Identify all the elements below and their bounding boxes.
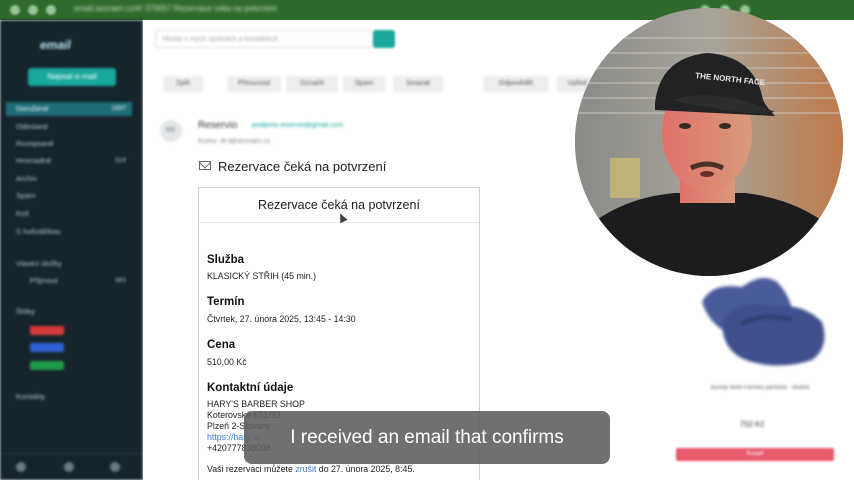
compose-button[interactable]: Napsat e-mail	[28, 68, 116, 86]
contact-line: HARY'S BARBER SHOP	[207, 399, 305, 409]
product-name[interactable]: Bundy textil Pánská pantofla - Modrá	[690, 385, 830, 391]
search-input[interactable]: Hledat v mých zprávách a kontaktech	[155, 30, 373, 48]
presenter-video: THE NORTH FACE	[575, 8, 843, 276]
cancel-link[interactable]: zrušit	[295, 464, 316, 474]
sidebar-item-inbox[interactable]: Doručené 1657	[6, 102, 132, 116]
sidebar-item-archive[interactable]: Archiv	[16, 172, 132, 186]
sidebar-item-folder[interactable]: Přijmout 983	[30, 274, 132, 288]
sidebar-footer	[0, 453, 143, 480]
forward-icon[interactable]	[28, 5, 38, 15]
sidebar-item-spam[interactable]: Spam	[16, 189, 132, 203]
price-label: Cena	[207, 339, 236, 351]
product-image[interactable]	[682, 262, 832, 372]
sidebar-item-labels[interactable]: Štítky	[16, 305, 132, 319]
reload-icon[interactable]	[46, 5, 56, 15]
cancel-note: Vaši rezervaci můžete zrušit do 27. únor…	[207, 464, 415, 474]
reply-button[interactable]: Odpovědět	[483, 76, 549, 92]
label-tag-blue[interactable]	[30, 343, 64, 352]
settings-icon[interactable]	[16, 462, 26, 472]
mark-button[interactable]: Označit	[286, 76, 338, 92]
sidebar-item-drafts[interactable]: Rozepsané	[16, 137, 132, 151]
sidebar-item-custom-folders[interactable]: Vlastní složky	[16, 257, 132, 271]
video-subtitle: I received an email that confirms	[244, 411, 610, 464]
spam-button[interactable]: Spam	[343, 76, 385, 92]
product-price: 750 Kč	[739, 420, 765, 429]
search-icon[interactable]	[64, 462, 74, 472]
contact-label: Kontaktní údaje	[207, 382, 294, 394]
date-value: Čtvrtek, 27. února 2025, 13:45 - 14:30	[207, 314, 356, 324]
back-button[interactable]: Zpět	[163, 76, 203, 92]
label-tag-red[interactable]	[30, 326, 64, 335]
address-bar[interactable]: email.seznam.cz/#/ 370057 Rezervace ceka…	[74, 4, 374, 15]
email-subject: Rezervace čeká na potvrzení	[218, 159, 387, 174]
sidebar-item-starred[interactable]: S hvězdičkou	[16, 225, 132, 239]
search-button[interactable]	[373, 30, 395, 48]
label-tag-green[interactable]	[30, 361, 64, 370]
sidebar-item-sent[interactable]: Odeslané	[16, 120, 132, 134]
sender-name[interactable]: Reservio	[198, 120, 237, 131]
help-icon[interactable]	[110, 462, 120, 472]
mail-icon	[199, 161, 211, 170]
service-value: KLASICKÝ STŘIH (45 min.)	[207, 271, 317, 281]
mail-sidebar: email Napsat e-mail Doručené 1657 Odeslan…	[0, 20, 143, 480]
sender-email[interactable]: podpora.reservio@gmail.com	[252, 122, 344, 129]
sidebar-item-contacts[interactable]: Kontakty	[16, 390, 132, 404]
back-icon[interactable]	[10, 5, 20, 15]
move-button[interactable]: Přesunout	[227, 76, 281, 92]
sidebar-item-bulk[interactable]: Hromadné 519	[16, 154, 132, 168]
sender-avatar: RE	[160, 120, 182, 142]
webcam-overlay: THE NORTH FACE	[575, 8, 843, 276]
buy-button[interactable]: Koupit	[676, 448, 834, 461]
sidebar-item-trash[interactable]: Koš	[16, 207, 132, 221]
service-label: Služba	[207, 254, 245, 266]
recipient-line: Komu: dr.t@seznam.cz	[198, 138, 271, 145]
date-label: Termín	[207, 296, 245, 308]
price-value: 510,00 Kč	[207, 357, 247, 367]
app-logo[interactable]: email	[40, 38, 71, 52]
delete-button[interactable]: Smazat	[393, 76, 443, 92]
